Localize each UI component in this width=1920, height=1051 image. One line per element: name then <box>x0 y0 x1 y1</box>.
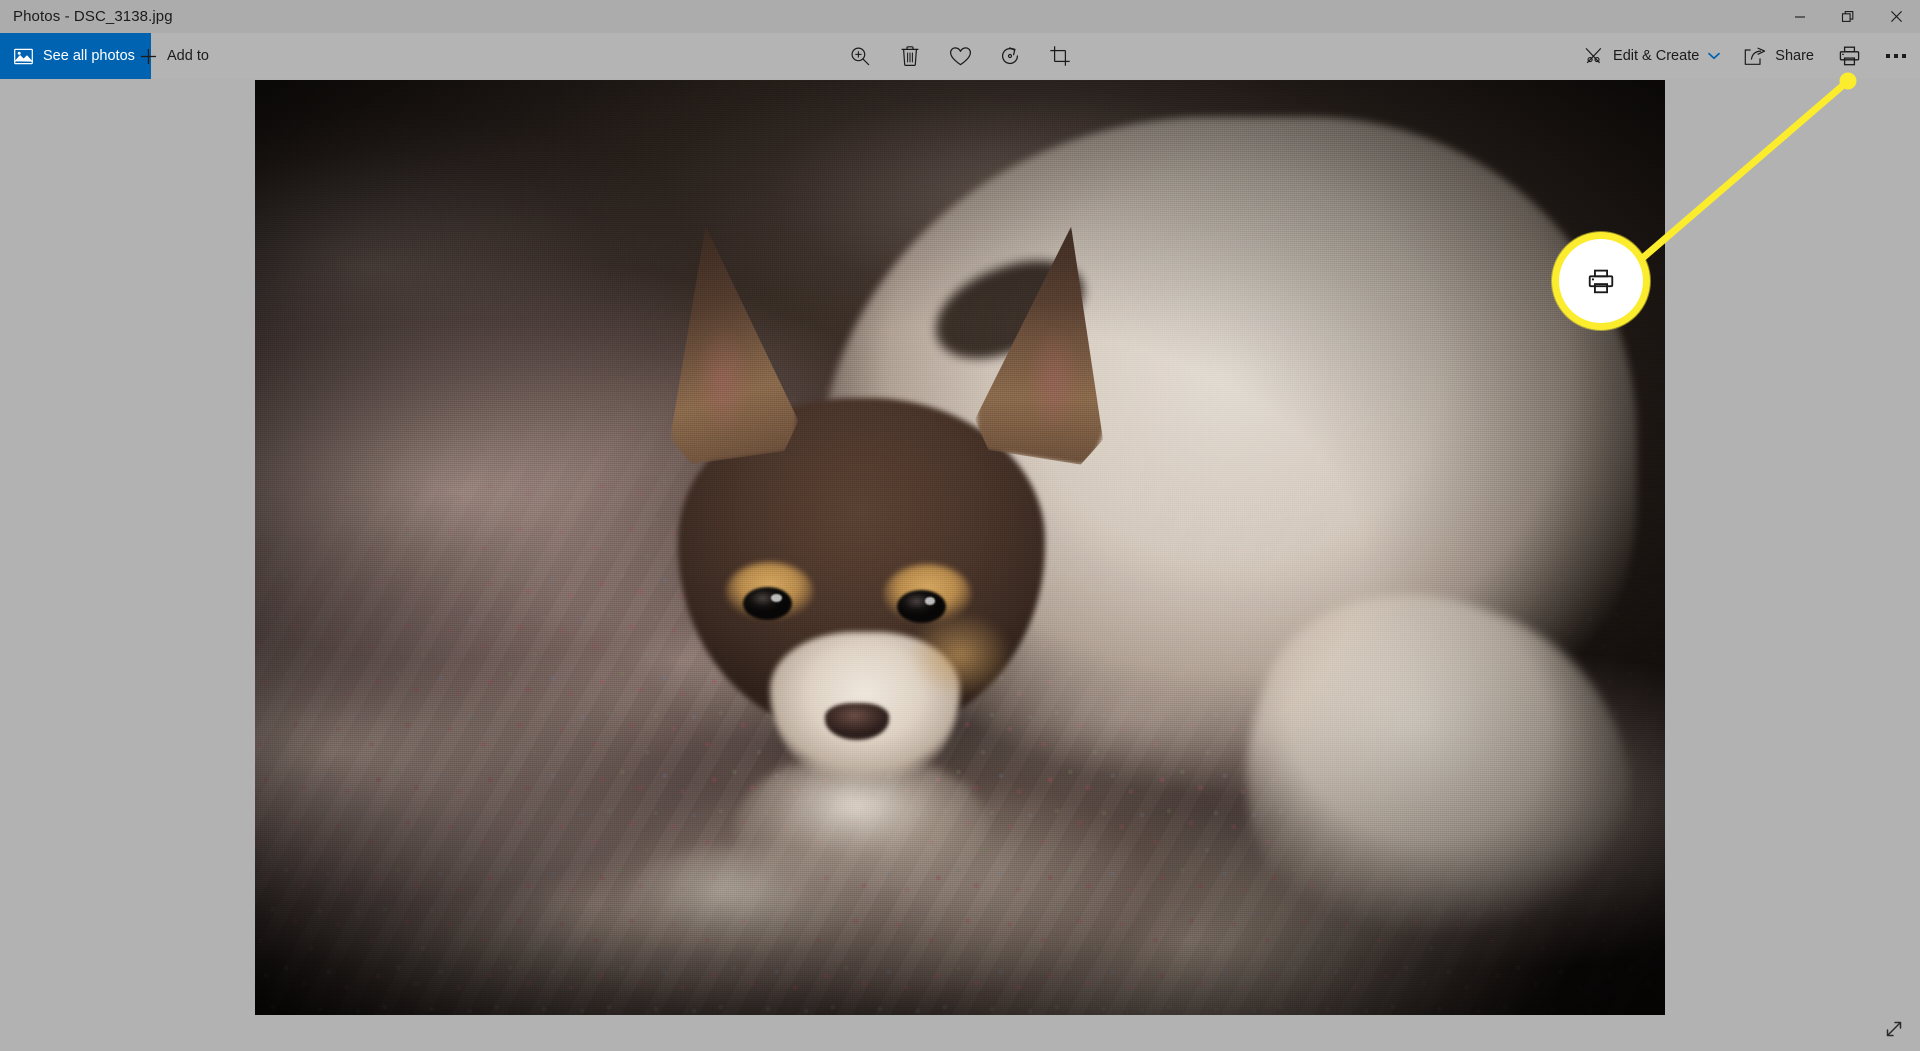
printer-icon <box>1839 46 1859 66</box>
photos-app-window: Photos - DSC_3138.jpg See all photos Add… <box>0 0 1920 1051</box>
add-to-button[interactable]: Add to <box>125 33 223 79</box>
share-button[interactable]: Share <box>1732 33 1826 79</box>
rotate-button[interactable] <box>985 33 1035 79</box>
share-icon <box>1744 46 1766 65</box>
restore-button[interactable] <box>1824 0 1872 33</box>
share-label: Share <box>1775 48 1814 64</box>
rotate-icon <box>1002 47 1019 65</box>
delete-button[interactable] <box>885 33 935 79</box>
photo-library-icon <box>14 48 33 64</box>
chevron-down-icon <box>1708 52 1721 60</box>
edit-create-icon <box>1585 47 1602 64</box>
see-all-photos-label: See all photos <box>43 48 135 64</box>
restore-icon <box>1841 10 1854 22</box>
window-controls <box>1776 0 1920 33</box>
right-tool-group: Edit & Create Share <box>1572 33 1920 79</box>
photo-canvas[interactable] <box>0 79 1920 1051</box>
print-button[interactable] <box>1826 33 1872 79</box>
printer-icon <box>1588 269 1614 293</box>
close-button[interactable] <box>1872 0 1920 33</box>
zoom-in-icon <box>851 47 870 66</box>
trash-icon <box>901 46 919 66</box>
close-icon <box>1890 10 1902 23</box>
ellipsis-icon <box>1886 54 1906 58</box>
heart-icon <box>949 46 971 65</box>
title-bar[interactable]: Photos - DSC_3138.jpg <box>0 0 1920 33</box>
favorite-button[interactable] <box>935 33 985 79</box>
window-title: Photos - DSC_3138.jpg <box>13 8 173 25</box>
center-tool-group <box>835 33 1085 79</box>
annotation-highlight-circle <box>1552 232 1650 330</box>
minimize-button[interactable] <box>1776 0 1824 33</box>
zoom-button[interactable] <box>835 33 885 79</box>
resize-diagonal-icon <box>1886 1021 1902 1037</box>
photo-grain <box>255 80 1665 1015</box>
minimize-icon <box>1795 15 1805 18</box>
see-more-button[interactable] <box>1872 33 1920 79</box>
command-bar: See all photos Add to Edit & Create Shar… <box>0 33 1920 79</box>
photo-image[interactable] <box>255 80 1665 1015</box>
plus-icon <box>141 48 156 64</box>
edit-and-create-button[interactable]: Edit & Create <box>1572 33 1732 79</box>
edit-and-create-label: Edit & Create <box>1613 48 1700 64</box>
add-to-label: Add to <box>167 48 209 64</box>
crop-icon <box>1050 46 1070 66</box>
resize-grip[interactable] <box>1882 1017 1906 1041</box>
crop-button[interactable] <box>1035 33 1085 79</box>
